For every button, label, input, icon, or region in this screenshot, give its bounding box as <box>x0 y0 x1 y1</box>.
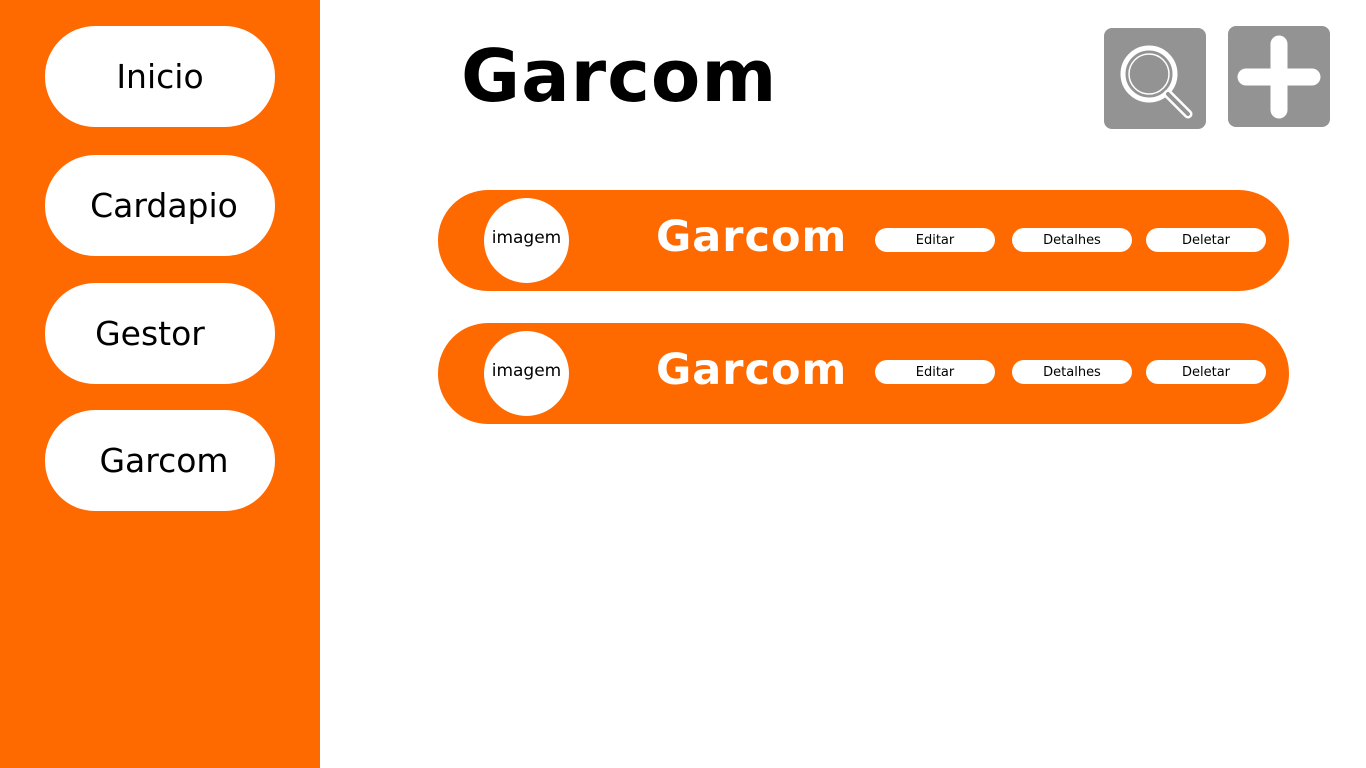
sidebar-item-garcom[interactable]: Garcom <box>45 410 275 511</box>
details-button[interactable]: Detalhes <box>1012 360 1132 384</box>
search-button[interactable] <box>1104 28 1206 129</box>
card-name: Garcom <box>656 212 848 262</box>
page-title: Garcom <box>461 34 778 118</box>
delete-button[interactable]: Deletar <box>1146 360 1266 384</box>
avatar-label: imagem <box>491 361 562 381</box>
avatar: imagem <box>484 331 569 416</box>
edit-button[interactable]: Editar <box>875 360 995 384</box>
garcom-card: imagem Garcom Editar Detalhes Deletar <box>438 323 1289 424</box>
details-button[interactable]: Detalhes <box>1012 228 1132 252</box>
sidebar-item-label: Gestor <box>95 314 205 353</box>
sidebar-item-inicio[interactable]: Inicio <box>45 26 275 127</box>
sidebar-item-gestor[interactable]: Gestor <box>45 283 275 384</box>
search-icon <box>1120 45 1193 119</box>
avatar-label: imagem <box>491 228 562 248</box>
sidebar-item-label: Cardapio <box>90 186 238 225</box>
sidebar-item-cardapio[interactable]: Cardapio <box>45 155 275 256</box>
garcom-card: imagem Garcom Editar Detalhes Deletar <box>438 190 1289 291</box>
edit-button[interactable]: Editar <box>875 228 995 252</box>
avatar: imagem <box>484 198 569 283</box>
card-name: Garcom <box>656 345 848 395</box>
sidebar: Inicio Cardapio Gestor Garcom <box>0 0 320 768</box>
sidebar-item-label: Garcom <box>99 441 229 480</box>
plus-icon <box>1237 35 1321 119</box>
sidebar-item-label: Inicio <box>116 57 204 96</box>
delete-button[interactable]: Deletar <box>1146 228 1266 252</box>
add-button[interactable] <box>1228 26 1330 127</box>
